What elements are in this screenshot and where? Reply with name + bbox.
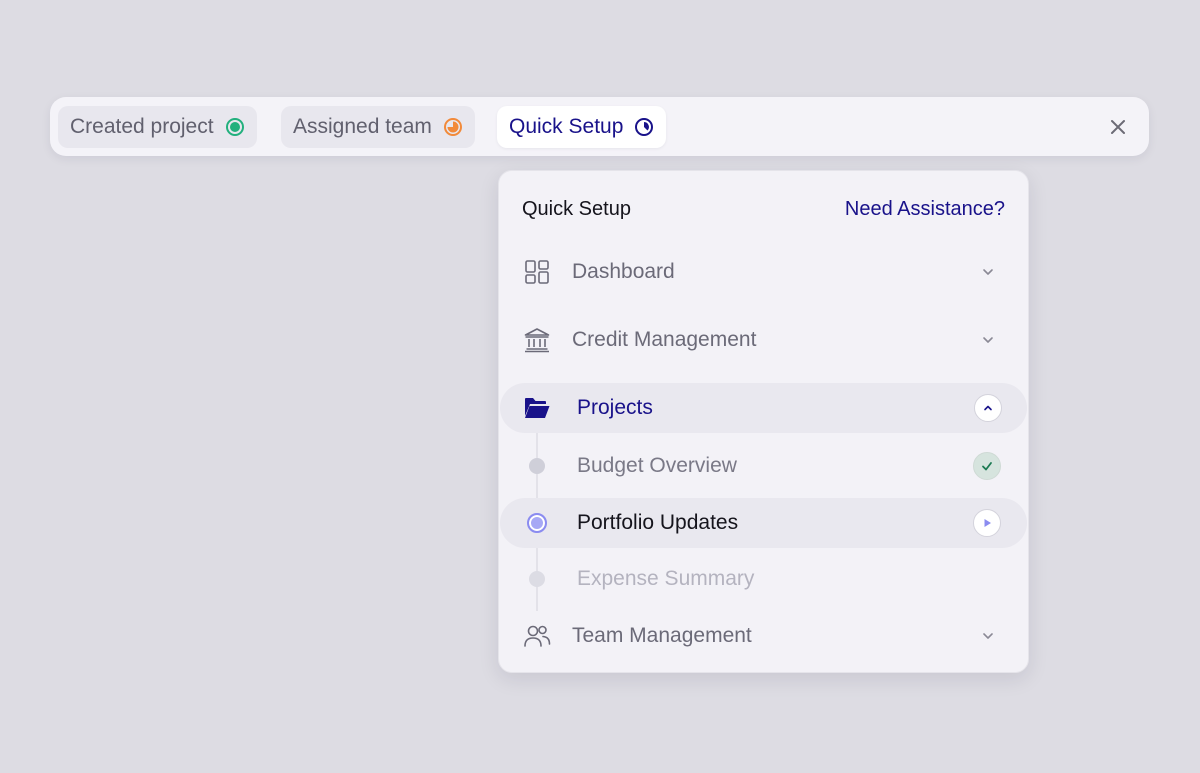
- section-label: Dashboard: [572, 260, 675, 283]
- current-task-dot: [527, 513, 547, 533]
- step-label: Assigned team: [293, 115, 432, 138]
- task-label: Expense Summary: [577, 567, 755, 590]
- section-label: Team Management: [572, 624, 752, 647]
- step-label: Quick Setup: [509, 115, 624, 138]
- step-assigned-team[interactable]: Assigned team: [281, 106, 475, 148]
- play-icon[interactable]: [973, 509, 1001, 537]
- chevron-up-icon[interactable]: [974, 394, 1002, 422]
- panel-title: Quick Setup: [522, 198, 631, 220]
- section-dashboard[interactable]: Dashboard: [499, 247, 1028, 297]
- section-label: Projects: [577, 396, 653, 419]
- section-team-management[interactable]: Team Management: [499, 611, 1028, 661]
- complete-status-icon: [225, 117, 245, 137]
- bank-icon: [523, 326, 551, 354]
- clock-status-icon: [634, 117, 654, 137]
- chevron-down-icon[interactable]: [977, 329, 999, 351]
- close-icon[interactable]: [1105, 114, 1131, 140]
- chevron-down-icon[interactable]: [977, 261, 999, 283]
- chevron-down-icon[interactable]: [977, 625, 999, 647]
- task-budget-overview[interactable]: Budget Overview: [499, 441, 1028, 491]
- setup-progress-bar: Created project Assigned team Quick Setu…: [50, 97, 1149, 156]
- step-created-project[interactable]: Created project: [58, 106, 257, 148]
- users-icon: [523, 622, 551, 650]
- in-progress-status-icon: [443, 117, 463, 137]
- section-credit-management[interactable]: Credit Management: [499, 315, 1028, 365]
- dashboard-icon: [523, 258, 551, 286]
- quick-setup-panel: Quick Setup Need Assistance? Dashboard C…: [498, 170, 1029, 673]
- need-assistance-link[interactable]: Need Assistance?: [845, 198, 1005, 221]
- section-label: Credit Management: [572, 328, 757, 351]
- task-status-dot: [529, 571, 545, 587]
- task-expense-summary[interactable]: Expense Summary: [499, 554, 1028, 604]
- section-projects[interactable]: Projects: [500, 383, 1027, 433]
- folder-open-icon: [523, 394, 551, 422]
- task-label: Portfolio Updates: [577, 511, 739, 534]
- task-label: Budget Overview: [577, 454, 737, 477]
- task-status-dot: [529, 458, 545, 474]
- step-quick-setup[interactable]: Quick Setup: [497, 106, 667, 148]
- task-portfolio-updates[interactable]: Portfolio Updates: [500, 498, 1027, 548]
- step-label: Created project: [70, 115, 214, 138]
- check-icon: [973, 452, 1001, 480]
